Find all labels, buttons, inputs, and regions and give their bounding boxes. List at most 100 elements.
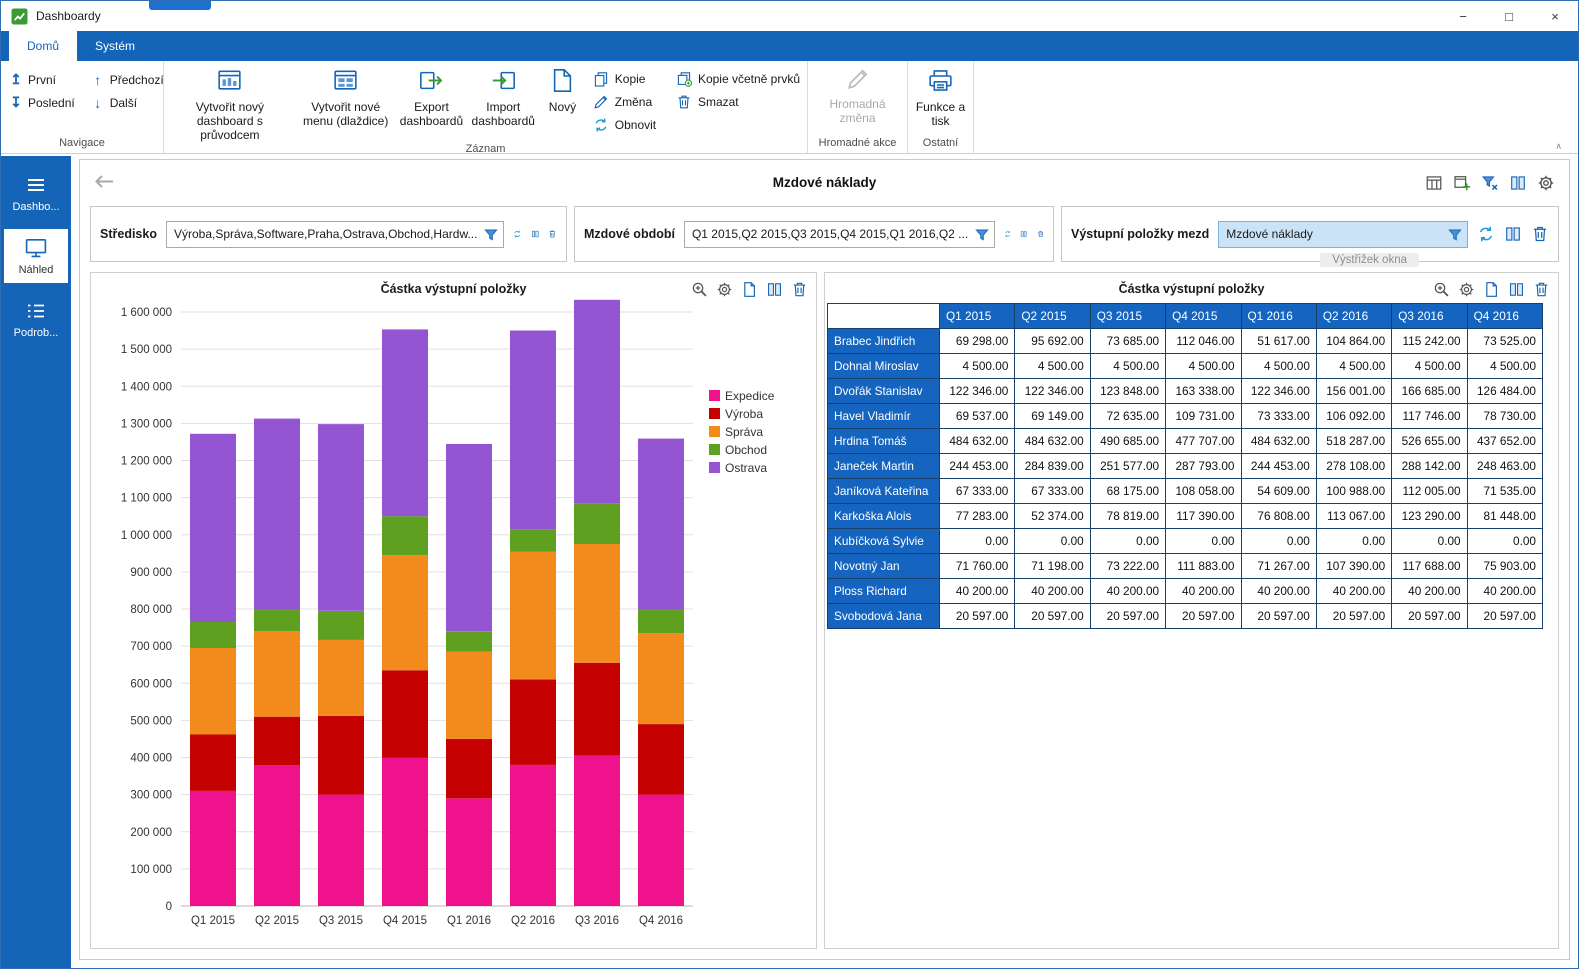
table-cell[interactable]: 71 267.00 — [1241, 554, 1316, 579]
table-cell[interactable]: 4 500.00 — [1241, 354, 1316, 379]
table-cell[interactable]: 73 333.00 — [1241, 404, 1316, 429]
table-cell[interactable]: 284 839.00 — [1015, 454, 1090, 479]
table-cell[interactable]: 518 287.00 — [1316, 429, 1391, 454]
table-cell[interactable]: 117 746.00 — [1392, 404, 1467, 429]
table-cell[interactable]: 287 793.00 — [1166, 454, 1241, 479]
table-cell[interactable]: 112 005.00 — [1392, 479, 1467, 504]
table-cell[interactable]: 67 333.00 — [940, 479, 1015, 504]
table-cell[interactable]: 0.00 — [1015, 529, 1090, 554]
table-cell[interactable]: 81 448.00 — [1467, 504, 1542, 529]
zoom-in-icon[interactable] — [691, 281, 708, 298]
trash-icon[interactable] — [1533, 281, 1550, 298]
table-cell[interactable]: 0.00 — [1467, 529, 1542, 554]
table-cell[interactable]: 71 535.00 — [1467, 479, 1542, 504]
table-cell[interactable]: 4 500.00 — [940, 354, 1015, 379]
table-cell[interactable]: 0.00 — [940, 529, 1015, 554]
table-cell[interactable]: 244 453.00 — [1241, 454, 1316, 479]
table-row-header[interactable]: Svobodová Jana — [828, 604, 940, 629]
gear-icon[interactable] — [1537, 174, 1555, 192]
table-cell[interactable]: 0.00 — [1392, 529, 1467, 554]
gear-icon[interactable] — [1458, 281, 1475, 298]
table-cell[interactable]: 111 883.00 — [1166, 554, 1241, 579]
table-cell[interactable]: 244 453.00 — [940, 454, 1015, 479]
table-cell[interactable]: 78 819.00 — [1090, 504, 1165, 529]
table-cell[interactable]: 4 500.00 — [1316, 354, 1391, 379]
ribbon-collapse-icon[interactable]: ∧ — [1555, 141, 1562, 152]
table-column-header[interactable]: Q2 2015 — [1015, 304, 1090, 329]
tab-system[interactable]: Systém — [77, 31, 153, 61]
table-cell[interactable]: 112 046.00 — [1166, 329, 1241, 354]
table-cell[interactable]: 68 175.00 — [1090, 479, 1165, 504]
table-cell[interactable]: 69 298.00 — [940, 329, 1015, 354]
stacked-bar-chart[interactable]: 0100 000200 000300 000400 000500 000600 … — [95, 298, 816, 949]
table-column-header[interactable]: Q1 2016 — [1241, 304, 1316, 329]
table-cell[interactable]: 0.00 — [1241, 529, 1316, 554]
table-row-header[interactable]: Dohnal Miroslav — [828, 354, 940, 379]
table-row-header[interactable]: Ploss Richard — [828, 579, 940, 604]
trash-icon[interactable] — [1037, 225, 1044, 243]
previous-button[interactable]: ↑ Předchozí — [83, 68, 172, 91]
new-button[interactable]: Nový — [539, 61, 586, 142]
table-cell[interactable]: 117 688.00 — [1392, 554, 1467, 579]
filter-funnel-icon[interactable] — [483, 227, 499, 243]
copy-button[interactable]: Kopie — [586, 67, 669, 90]
tab-domu[interactable]: Domů — [9, 31, 77, 61]
table-cell[interactable]: 0.00 — [1316, 529, 1391, 554]
table-cell[interactable]: 40 200.00 — [1090, 579, 1165, 604]
table-row-header[interactable]: Janíková Kateřina — [828, 479, 940, 504]
columns-icon[interactable] — [1020, 225, 1027, 243]
table-cell[interactable]: 437 652.00 — [1467, 429, 1542, 454]
table-cell[interactable]: 0.00 — [1090, 529, 1165, 554]
table-cell[interactable]: 278 108.00 — [1316, 454, 1391, 479]
table-cell[interactable]: 123 290.00 — [1392, 504, 1467, 529]
table-cell[interactable]: 251 577.00 — [1090, 454, 1165, 479]
table-cell[interactable]: 67 333.00 — [1015, 479, 1090, 504]
table-cell[interactable]: 40 200.00 — [1316, 579, 1391, 604]
table-column-header[interactable]: Q1 2015 — [940, 304, 1015, 329]
add-element-icon[interactable] — [1453, 174, 1471, 192]
table-cell[interactable]: 108 058.00 — [1166, 479, 1241, 504]
trash-icon[interactable] — [791, 281, 808, 298]
table-cell[interactable]: 122 346.00 — [1241, 379, 1316, 404]
table-cell[interactable]: 4 500.00 — [1467, 354, 1542, 379]
table-cell[interactable]: 40 200.00 — [940, 579, 1015, 604]
table-cell[interactable]: 123 848.00 — [1090, 379, 1165, 404]
table-cell[interactable]: 526 655.00 — [1392, 429, 1467, 454]
columns-icon[interactable] — [1504, 225, 1522, 243]
gear-icon[interactable] — [716, 281, 733, 298]
table-row-header[interactable]: Havel Vladimír — [828, 404, 940, 429]
table-cell[interactable]: 106 092.00 — [1316, 404, 1391, 429]
table-cell[interactable]: 20 597.00 — [1166, 604, 1241, 629]
table-row-header[interactable]: Hrdina Tomáš — [828, 429, 940, 454]
table-cell[interactable]: 51 617.00 — [1241, 329, 1316, 354]
trash-icon[interactable] — [1531, 225, 1549, 243]
table-cell[interactable]: 69 537.00 — [940, 404, 1015, 429]
filter-funnel-icon[interactable] — [974, 227, 990, 243]
import-dashboards-button[interactable]: Import dashboardů — [467, 61, 539, 142]
table-cell[interactable]: 113 067.00 — [1316, 504, 1391, 529]
columns-icon[interactable] — [1508, 281, 1525, 298]
columns-icon[interactable] — [1509, 174, 1527, 192]
table-cell[interactable]: 40 200.00 — [1015, 579, 1090, 604]
minimize-button[interactable]: − — [1440, 1, 1486, 31]
table-cell[interactable]: 4 500.00 — [1090, 354, 1165, 379]
close-button[interactable]: × — [1532, 1, 1578, 31]
table-column-header[interactable]: Q4 2016 — [1467, 304, 1542, 329]
refresh-icon[interactable] — [1004, 225, 1011, 243]
table-cell[interactable]: 4 500.00 — [1392, 354, 1467, 379]
export-dashboards-button[interactable]: Export dashboardů — [396, 61, 468, 142]
table-cell[interactable]: 484 632.00 — [940, 429, 1015, 454]
table-cell[interactable]: 40 200.00 — [1467, 579, 1542, 604]
functions-print-button[interactable]: Funkce a tisk — [908, 61, 973, 136]
sidebar-item-podrobnosti[interactable]: Podrob... — [4, 292, 68, 346]
table-cell[interactable]: 100 988.00 — [1316, 479, 1391, 504]
table-column-header[interactable]: Q3 2015 — [1090, 304, 1165, 329]
vystupni-polozky-combo[interactable]: Mzdové náklady — [1218, 221, 1468, 248]
table-cell[interactable]: 20 597.00 — [1467, 604, 1542, 629]
table-cell[interactable]: 166 685.00 — [1392, 379, 1467, 404]
table-cell[interactable]: 73 222.00 — [1090, 554, 1165, 579]
table-cell[interactable]: 107 390.00 — [1316, 554, 1391, 579]
sidebar-item-dashboardy[interactable]: Dashbo... — [4, 166, 68, 220]
refresh-button[interactable]: Obnovit — [586, 113, 669, 136]
create-dashboard-wizard-button[interactable]: Vytvořit nový dashboard s průvodcem — [164, 61, 296, 142]
